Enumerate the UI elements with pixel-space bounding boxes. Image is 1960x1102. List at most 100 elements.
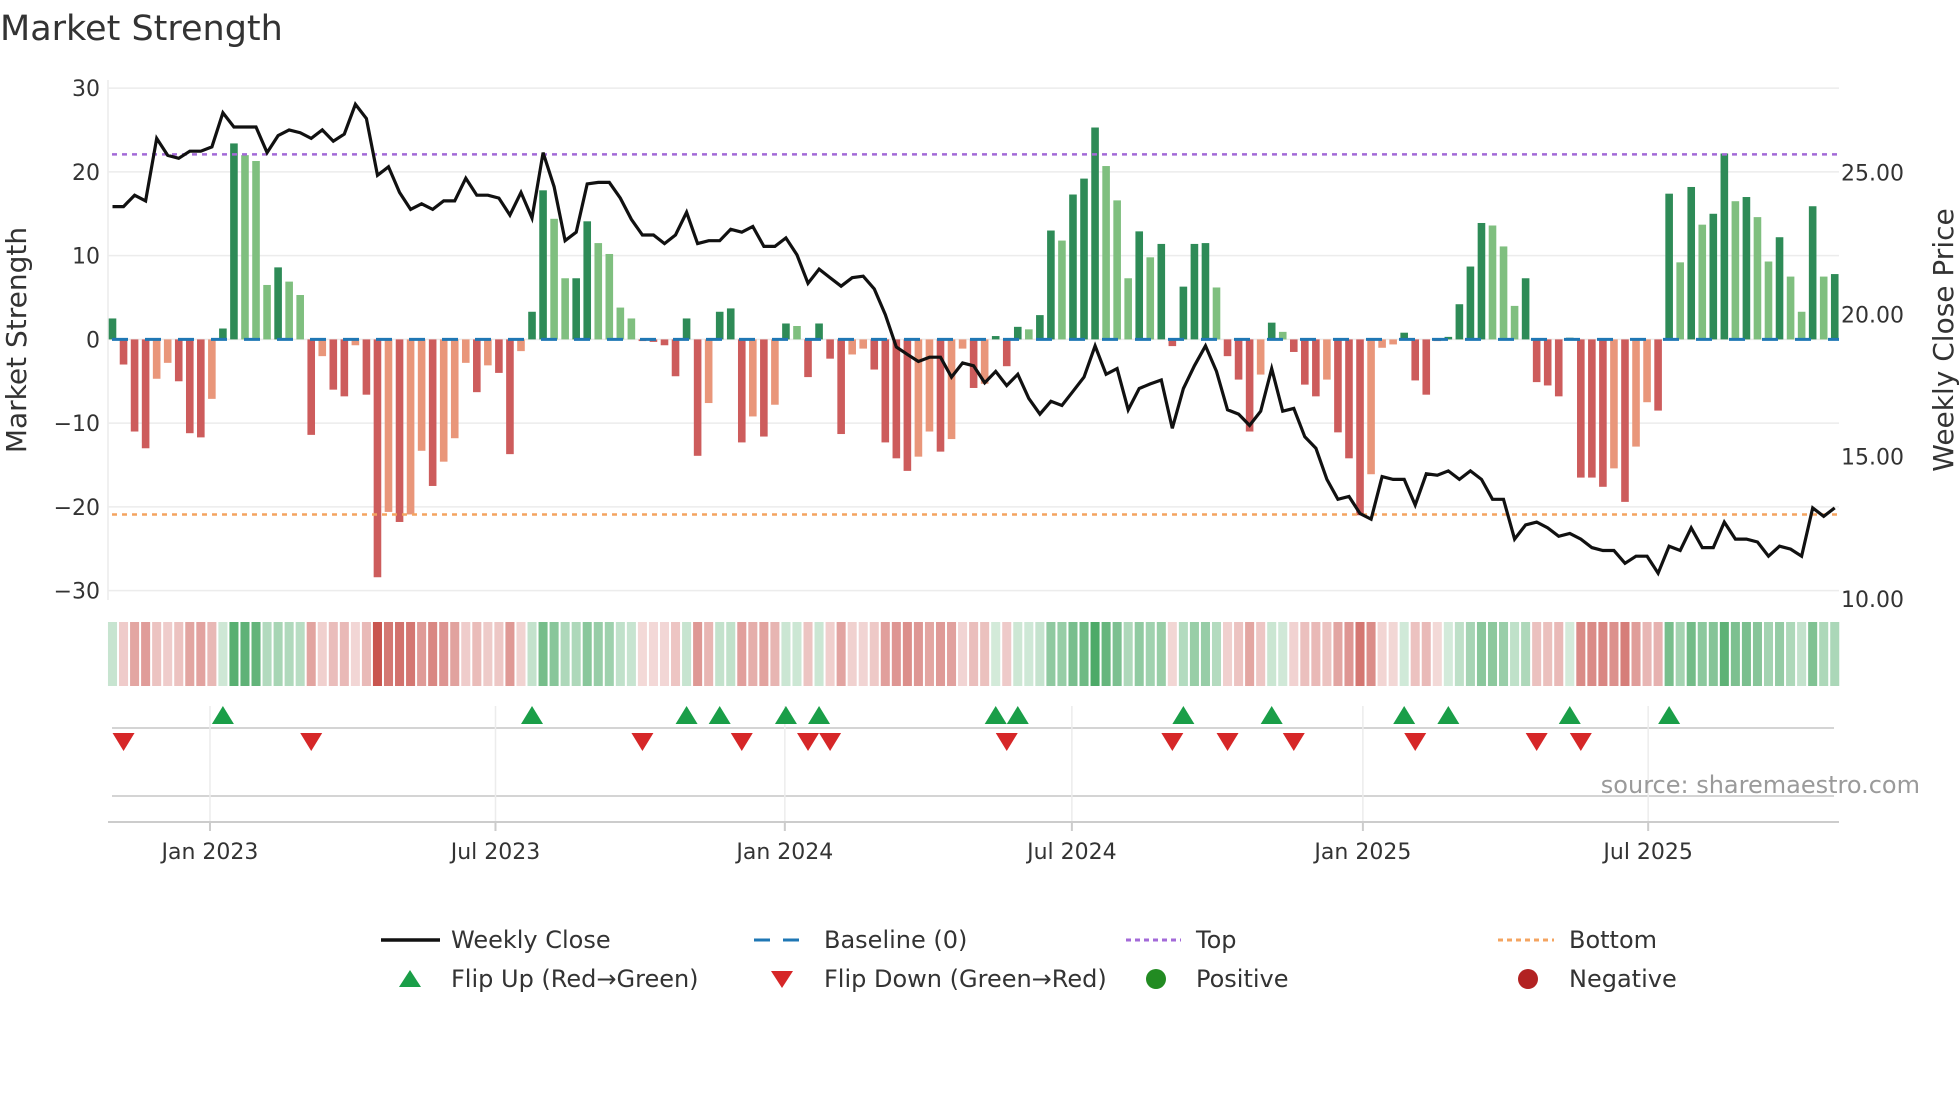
strength-bar (1499, 246, 1508, 340)
strength-bar (252, 161, 260, 340)
flip-up-marker (1006, 706, 1029, 724)
heatmap-cell (1543, 622, 1553, 686)
heatmap-cell (505, 622, 515, 686)
flip-markers-panel (112, 706, 1834, 822)
heatmap-cell (715, 622, 725, 686)
heatmap-cell (671, 622, 681, 686)
heatmap-cell (571, 622, 581, 686)
strength-bar (605, 253, 614, 340)
heatmap-cell (626, 622, 636, 686)
heatmap-cell (1521, 622, 1531, 686)
strength-bar (450, 339, 459, 439)
strength-bar (1113, 200, 1121, 340)
heatmap-cell (350, 622, 360, 686)
strength-bar (958, 339, 967, 349)
heatmap-cell (1476, 622, 1486, 686)
strength-bar (1002, 339, 1011, 367)
strength-bar (329, 339, 338, 390)
strength-bar (715, 311, 724, 340)
heatmap-cell (869, 622, 879, 686)
strength-bar (804, 339, 812, 378)
strength-heatmap-strip (107, 622, 1840, 686)
strength-bar (1058, 240, 1066, 340)
y2-tick-label: 20.00 (1841, 304, 1904, 329)
heatmap-cell (1200, 622, 1210, 686)
flip-up-marker (211, 706, 234, 724)
y-tick-label: −10 (54, 412, 100, 437)
heatmap-cell (395, 622, 405, 686)
heatmap-cell (958, 622, 968, 686)
heatmap-cell (825, 622, 835, 686)
strength-bar (771, 339, 779, 405)
heatmap-cell (1344, 622, 1354, 686)
heatmap-cell (207, 622, 217, 686)
strength-bar (141, 339, 150, 449)
strength-bar (1753, 217, 1762, 340)
heatmap-cell (1145, 622, 1155, 686)
strength-bar (682, 318, 691, 340)
heatmap-cell (339, 622, 349, 686)
heatmap-cell (637, 622, 647, 686)
heatmap-cell (1024, 622, 1034, 686)
heatmap-cell (969, 622, 979, 686)
heatmap-cell (218, 622, 228, 686)
heatmap-cell (406, 622, 416, 686)
heatmap-cell (891, 622, 901, 686)
strength-bar (737, 339, 746, 443)
heatmap-cell (1035, 622, 1045, 686)
heatmap-cell (1830, 622, 1840, 686)
heatmap-cell (1741, 622, 1751, 686)
heatmap-cell (880, 622, 890, 686)
heatmap-cell (1752, 622, 1762, 686)
strength-bar (163, 339, 172, 363)
strength-bar (782, 323, 790, 340)
flip-up-marker (1558, 706, 1581, 724)
heatmap-cell (1068, 622, 1078, 686)
strength-bar (1510, 305, 1519, 340)
strength-bar (594, 243, 603, 340)
heatmap-cell (538, 622, 548, 686)
strength-bar (1422, 339, 1431, 395)
strength-bar (1676, 262, 1684, 340)
heatmap-cell (792, 622, 802, 686)
strength-bar (815, 323, 823, 340)
heatmap-cell (417, 622, 427, 686)
heatmap-cell (1223, 622, 1233, 686)
strength-bar (1632, 339, 1640, 447)
strength-bar (1036, 315, 1044, 340)
strength-bar (208, 339, 216, 399)
heatmap-cell (1719, 622, 1729, 686)
y2-tick-label: 15.00 (1841, 446, 1904, 471)
heatmap-cell (361, 622, 371, 686)
strength-bar (1411, 339, 1420, 381)
heatmap-cell (1333, 622, 1343, 686)
flip-down-marker (995, 733, 1018, 751)
heatmap-cell (1763, 622, 1774, 686)
strength-bar (274, 267, 282, 340)
strength-bar (991, 336, 1000, 340)
strength-bar (1069, 194, 1077, 340)
strength-bar (539, 190, 547, 340)
x-tick-label: Jan 2024 (734, 840, 833, 865)
strength-bar (1588, 339, 1596, 478)
strength-bar (1797, 311, 1806, 340)
flip-up-marker (1658, 706, 1681, 724)
heatmap-cell (1311, 622, 1321, 686)
y2-tick-label: 10.00 (1841, 588, 1904, 613)
heatmap-cell (980, 622, 990, 686)
strength-bar (1532, 339, 1541, 383)
strength-bar (528, 311, 536, 340)
heatmap-cell (803, 622, 813, 686)
strength-bar (384, 339, 393, 512)
strength-bar (1356, 339, 1364, 516)
strength-bar (1301, 339, 1309, 385)
heatmap-cell (1079, 622, 1089, 686)
heatmap-cell (1565, 622, 1575, 686)
heatmap-cell (1234, 622, 1244, 686)
x-tick-label: Jul 2023 (449, 840, 541, 865)
heatmap-cell (1013, 622, 1023, 686)
strength-bar (848, 339, 856, 355)
heatmap-cell (240, 622, 250, 686)
strength-bar (693, 339, 702, 456)
strength-bar (130, 339, 139, 432)
